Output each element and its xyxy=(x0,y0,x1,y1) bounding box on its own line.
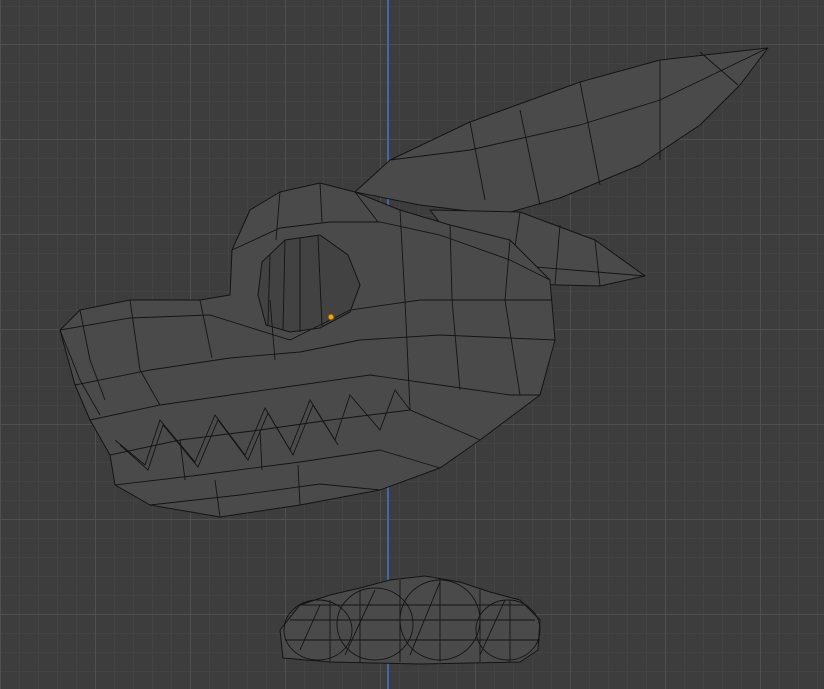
head-body[interactable] xyxy=(59,182,556,518)
origin-marker[interactable] xyxy=(327,313,335,321)
long-horn[interactable] xyxy=(354,47,769,216)
3d-viewport[interactable] xyxy=(0,0,824,689)
mesh-canvas[interactable] xyxy=(0,0,824,689)
feet-mesh[interactable] xyxy=(279,575,541,665)
creature-head-mesh[interactable] xyxy=(59,47,769,518)
